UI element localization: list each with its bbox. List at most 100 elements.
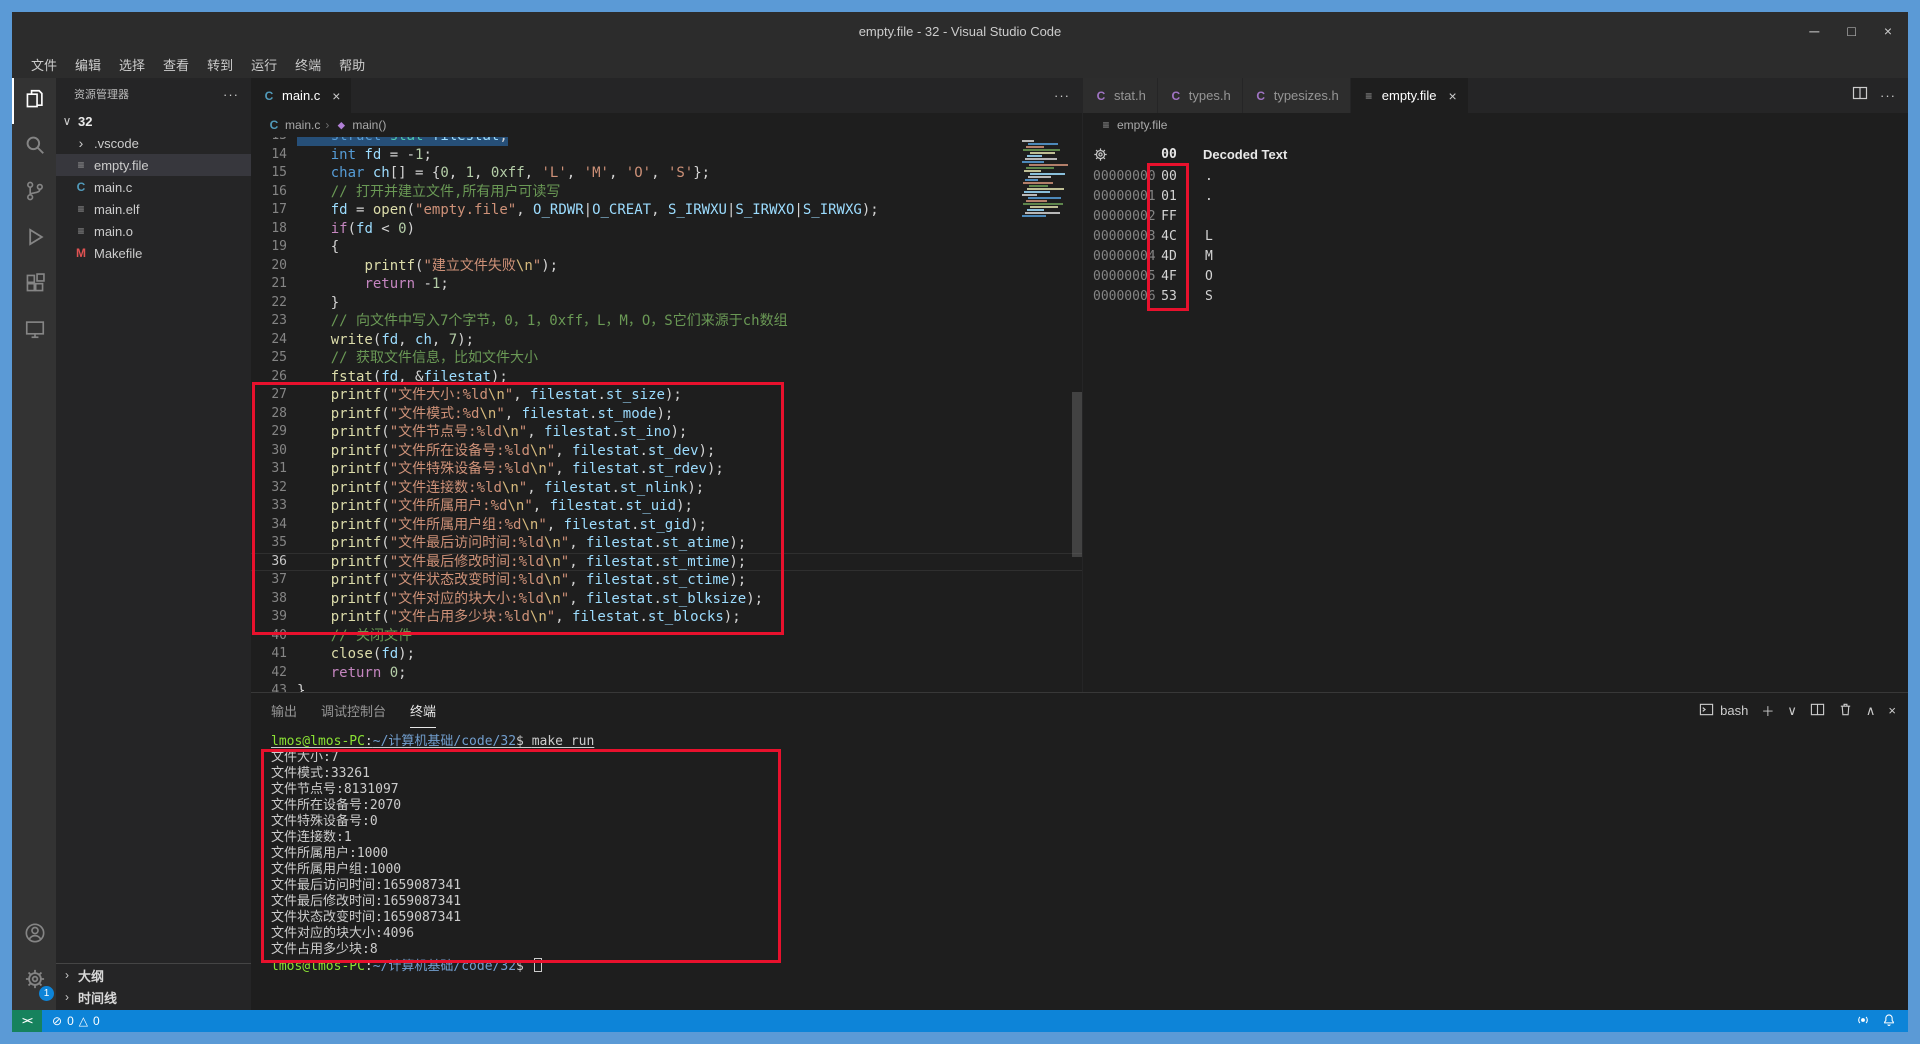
code-line[interactable]: 41 close(fd); (251, 645, 1082, 664)
hex-row[interactable]: 000000034CL (1093, 227, 1908, 247)
panel-tab-调试控制台[interactable]: 调试控制台 (321, 693, 386, 728)
feedback-icon[interactable] (1856, 1013, 1870, 1030)
close-button[interactable]: × (1884, 23, 1892, 39)
hex-row[interactable]: 0000000653S (1093, 287, 1908, 307)
maximize-button[interactable]: □ (1847, 23, 1855, 39)
hex-row[interactable]: 000000054FO (1093, 267, 1908, 287)
tree-root-folder[interactable]: ∨ 32 (56, 110, 251, 132)
code-line[interactable]: 33 printf("文件所属用户:%d\n", filestat.st_uid… (251, 497, 1082, 516)
split-editor-icon[interactable] (1852, 85, 1868, 106)
code-line[interactable]: 29 printf("文件节点号:%ld\n", filestat.st_ino… (251, 423, 1082, 442)
code-line[interactable]: 27 printf("文件大小:%ld\n", filestat.st_size… (251, 386, 1082, 405)
tab-types.h[interactable]: Ctypes.h (1158, 78, 1243, 113)
menu-item[interactable]: 转到 (198, 55, 242, 74)
hex-byte[interactable]: 01 (1149, 187, 1189, 207)
code-line[interactable]: 34 printf("文件所属用户组:%d\n", filestat.st_gi… (251, 516, 1082, 535)
hex-row[interactable]: 00000002FF (1093, 207, 1908, 227)
minimap[interactable] (1020, 140, 1068, 228)
code-line[interactable]: 31 printf("文件特殊设备号:%ld\n", filestat.st_r… (251, 460, 1082, 479)
code-line[interactable]: 39 printf("文件占用多少块:%ld\n", filestat.st_b… (251, 608, 1082, 627)
code-line[interactable]: 28 printf("文件模式:%d\n", filestat.st_mode)… (251, 405, 1082, 424)
sidebar-item-empty.file[interactable]: ≡empty.file (56, 154, 251, 176)
hex-row[interactable]: 000000044DM (1093, 247, 1908, 267)
menu-item[interactable]: 文件 (22, 55, 66, 74)
scrollbar-thumb[interactable] (1072, 392, 1082, 557)
close-tab-icon[interactable]: × (332, 88, 340, 104)
more-actions-icon[interactable]: ··· (1054, 88, 1070, 103)
code-line[interactable]: 17 fd = open("empty.file", O_RDWR|O_CREA… (251, 201, 1082, 220)
minimize-button[interactable]: ─ (1809, 23, 1819, 39)
breadcrumb-item[interactable]: ≡empty.file (1099, 118, 1167, 132)
account-button[interactable] (12, 912, 56, 958)
chevron-up-icon[interactable]: ∧ (1866, 703, 1876, 719)
code-line[interactable]: 19 { (251, 238, 1082, 257)
code-line[interactable]: 21 return -1; (251, 275, 1082, 294)
panel-tab-终端[interactable]: 终端 (410, 693, 436, 728)
menu-item[interactable]: 终端 (286, 55, 330, 74)
activity-explorer-button[interactable] (12, 78, 56, 124)
activity-source-control-button[interactable] (12, 170, 56, 216)
menu-item[interactable]: 查看 (154, 55, 198, 74)
close-tab-icon[interactable]: × (1448, 88, 1456, 104)
remote-indicator[interactable]: >< (12, 1010, 42, 1032)
code-line[interactable]: 18 if(fd < 0) (251, 220, 1082, 239)
code-line[interactable]: 40 // 关闭文件 (251, 627, 1082, 646)
code-line[interactable]: 26 fstat(fd, &filestat); (251, 368, 1082, 387)
activity-run-debug-button[interactable] (12, 216, 56, 262)
code-editor[interactable]: 13 struct stat filestat;14 int fd = -1;1… (251, 137, 1082, 692)
tab-main.c[interactable]: Cmain.c× (251, 78, 352, 113)
hex-byte[interactable]: FF (1149, 207, 1189, 227)
split-terminal-icon[interactable] (1810, 702, 1825, 720)
more-actions-icon[interactable]: ··· (223, 87, 239, 102)
menu-item[interactable]: 选择 (110, 55, 154, 74)
code-line[interactable]: 16 // 打开并建立文件,所有用户可读写 (251, 183, 1082, 202)
trash-icon[interactable] (1838, 702, 1853, 720)
code-line[interactable]: 38 printf("文件对应的块大小:%ld\n", filestat.st_… (251, 590, 1082, 609)
activity-search-button[interactable] (12, 124, 56, 170)
hex-byte[interactable]: 4F (1149, 267, 1189, 287)
menu-item[interactable]: 运行 (242, 55, 286, 74)
sidebar-item-main.o[interactable]: ≡main.o (56, 220, 251, 242)
breadcrumb-item[interactable]: Cmain.c (267, 118, 320, 132)
settings-button[interactable]: 1 (12, 958, 56, 1004)
activity-extensions-button[interactable] (12, 262, 56, 308)
chevron-down-icon[interactable]: ∨ (1787, 703, 1797, 719)
code-line[interactable]: 36 printf("文件最后修改时间:%ld\n", filestat.st_… (251, 553, 1082, 572)
hex-byte[interactable]: 53 (1149, 287, 1189, 307)
gear-icon[interactable] (1093, 147, 1149, 162)
hex-byte[interactable]: 4C (1149, 227, 1189, 247)
shell-selector[interactable]: bash (1699, 702, 1748, 720)
menu-item[interactable]: 编辑 (66, 55, 110, 74)
code-line[interactable]: 37 printf("文件状态改变时间:%ld\n", filestat.st_… (251, 571, 1082, 590)
sidebar-item-.vscode[interactable]: ›.vscode (56, 132, 251, 154)
code-line[interactable]: 32 printf("文件连接数:%ld\n", filestat.st_nli… (251, 479, 1082, 498)
sidebar-item-Makefile[interactable]: MMakefile (56, 242, 251, 264)
hex-row[interactable]: 0000000101. (1093, 187, 1908, 207)
problems-status[interactable]: ⊘ 0 △ 0 (42, 1014, 110, 1028)
activity-remote-explorer-button[interactable] (12, 308, 56, 354)
hex-byte[interactable]: 00 (1149, 167, 1189, 187)
panel-tab-输出[interactable]: 输出 (271, 693, 297, 728)
code-line[interactable]: 24 write(fd, ch, 7); (251, 331, 1082, 350)
tab-stat.h[interactable]: Cstat.h (1083, 78, 1158, 113)
code-line[interactable]: 23 // 向文件中写入7个字节，0，1，0xff，L，M，O，S它们来源于ch… (251, 312, 1082, 331)
hex-byte[interactable]: 4D (1149, 247, 1189, 267)
close-panel-icon[interactable]: × (1888, 703, 1896, 718)
code-line[interactable]: 35 printf("文件最后访问时间:%ld\n", filestat.st_… (251, 534, 1082, 553)
new-terminal-icon[interactable]: ＋ (1761, 701, 1774, 720)
code-line[interactable]: 15 char ch[] = {0, 1, 0xff, 'L', 'M', 'O… (251, 164, 1082, 183)
sidebar-item-main.elf[interactable]: ≡main.elf (56, 198, 251, 220)
code-line[interactable]: 20 printf("建立文件失败\n"); (251, 257, 1082, 276)
hex-editor[interactable]: 00 Decoded Text 0000000000.0000000101.00… (1083, 137, 1908, 692)
bell-icon[interactable] (1882, 1013, 1896, 1030)
code-line[interactable]: 43} (251, 682, 1082, 692)
tab-empty.file[interactable]: ≡empty.file× (1351, 78, 1469, 113)
terminal[interactable]: lmos@lmos-PC:~/计算机基础/code/32$ make run文件… (251, 728, 1908, 1010)
code-line[interactable]: 13 struct stat filestat; (251, 137, 1082, 146)
tab-typesizes.h[interactable]: Ctypesizes.h (1243, 78, 1351, 113)
code-line[interactable]: 42 return 0; (251, 664, 1082, 683)
hex-row[interactable]: 0000000000. (1093, 167, 1908, 187)
sidebar-item-main.c[interactable]: Cmain.c (56, 176, 251, 198)
section-outline[interactable]: › 大纲 (56, 964, 251, 986)
more-actions-icon[interactable]: ··· (1880, 88, 1896, 103)
